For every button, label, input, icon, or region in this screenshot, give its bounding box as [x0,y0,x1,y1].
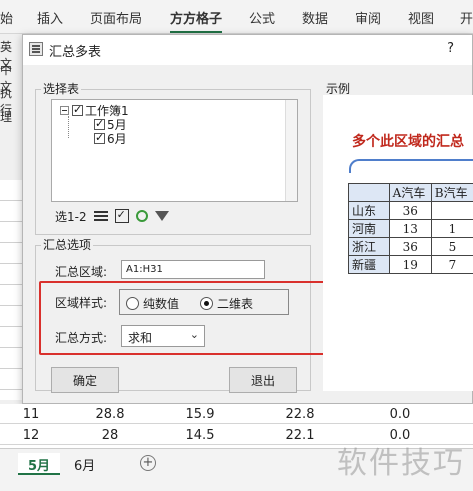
watermark: 软件技巧 [337,446,465,481]
grid-cell[interactable]: 15.9 [170,407,230,422]
table-cell: 1 [430,219,473,238]
radio-numeric[interactable]: 纯数值 [126,295,179,312]
checkbox-root[interactable] [72,103,83,116]
example-title: 多个此区域的汇总 [352,134,464,150]
dialog-title: 汇总多表 [49,45,102,60]
tree-scrollbar[interactable] [285,100,297,201]
table-cell [430,201,473,220]
tab-fangfang[interactable]: 方方格子 [170,8,223,33]
tree-item-june[interactable]: 6月 [94,130,127,147]
example-panel: 多个此区域的汇总 A汽车 B汽车 山东 36 河南 13 1 浙江 36 5 新… [323,95,473,391]
table-row: A汽车 B汽车 [348,183,473,202]
method-select[interactable]: 求和 ⌄ [121,325,205,347]
range-input[interactable]: A1:H31 [121,260,265,279]
tab-view[interactable]: 视图 [408,8,434,27]
sheet-tree[interactable]: 工作簿1 5月 6月 [51,99,298,202]
tab-developer[interactable]: 开 [460,8,473,27]
radio-numeric-label: 纯数值 [143,297,180,311]
table-cell: 河南 [348,219,390,238]
tree-toolbar: 选1-2 [55,207,169,225]
radio-circle-selected[interactable] [200,297,213,310]
summary-options-label: 汇总选项 [41,236,94,253]
table-header: A汽车 [388,183,432,202]
method-label: 汇总方式: [55,331,108,345]
style-radio-group: 纯数值 二维表 [119,289,289,315]
collapse-icon[interactable] [60,106,69,115]
tree-item-label: 6月 [107,132,127,146]
sheet-tab-june[interactable]: 6月 [64,453,105,475]
checkbox-june[interactable] [94,131,105,144]
add-sheet-icon[interactable]: + [140,455,156,471]
tab-review[interactable]: 审阅 [355,8,381,27]
table-cell: 5 [430,237,473,256]
tab-formula[interactable]: 公式 [249,8,275,27]
list-icon[interactable] [93,209,108,223]
example-table: A汽车 B汽车 山东 36 河南 13 1 浙江 36 5 新疆 19 7 [348,183,473,274]
style-label: 区域样式: [55,296,108,310]
exit-button[interactable]: 退出 [229,367,297,393]
check-all-icon[interactable] [114,208,129,223]
brace-icon [349,159,473,173]
table-cell: 新疆 [348,255,390,274]
chevron-down-icon: ⌄ [189,328,199,341]
summary-dialog: 汇总多表 ? 选择表 工作簿1 5月 6月 选1-2 汇总选项 汇总区域: A1… [22,34,473,404]
help-button[interactable]: ? [447,41,454,56]
grid-cell[interactable]: 12 [18,428,44,443]
radio-circle[interactable] [126,297,139,310]
table-header: B汽车 [430,183,473,202]
ok-button[interactable]: 确定 [51,367,119,393]
select-sheets-label: 选择表 [41,80,82,97]
grid-cell[interactable]: 0.0 [370,407,430,422]
grid-cell[interactable]: 28 [80,428,140,443]
table-cell: 36 [388,201,432,220]
table-icon [29,42,43,56]
table-row: 河南 13 1 [348,219,473,238]
checkbox-may[interactable] [94,117,105,130]
tab-data[interactable]: 数据 [302,8,328,27]
table-cell: 19 [388,255,432,274]
table-cell [348,183,390,202]
table-row: 11 28.8 15.9 22.8 0.0 [0,404,473,424]
table-cell: 7 [430,255,473,274]
tab-page-layout[interactable]: 页面布局 [90,8,142,27]
radio-2d-table[interactable]: 二维表 [200,295,253,312]
table-row: 新疆 19 7 [348,255,473,274]
sheet-tab-may[interactable]: 5月 [18,453,61,475]
method-value: 求和 [128,331,153,345]
grid-cell[interactable]: 14.5 [170,428,230,443]
ribbon-tabs: 始 插入 页面布局 方方格子 公式 数据 审阅 视图 开 [0,0,473,34]
grid-cell[interactable]: 28.8 [80,407,140,422]
excel-grid-background [0,180,22,400]
table-row: 浙江 36 5 [348,237,473,256]
refresh-icon[interactable] [135,210,148,222]
radio-2d-table-label: 二维表 [217,297,254,311]
table-cell: 山东 [348,201,390,220]
table-cell: 36 [388,237,432,256]
tab-insert[interactable]: 插入 [37,8,63,27]
table-cell: 浙江 [348,237,390,256]
grid-cell[interactable]: 22.1 [270,428,330,443]
selection-count: 选1-2 [55,209,87,224]
table-row: 山东 36 [348,201,473,220]
grid-cell[interactable]: 11 [18,407,44,422]
table-cell: 13 [388,219,432,238]
bg-text-manage: 理 [0,110,13,124]
grid-cell[interactable]: 22.8 [270,407,330,422]
tab-start[interactable]: 始 [0,8,13,27]
filter-icon[interactable] [154,211,169,221]
range-label: 汇总区域: [55,265,108,279]
dialog-titlebar: 汇总多表 ? [23,35,472,65]
